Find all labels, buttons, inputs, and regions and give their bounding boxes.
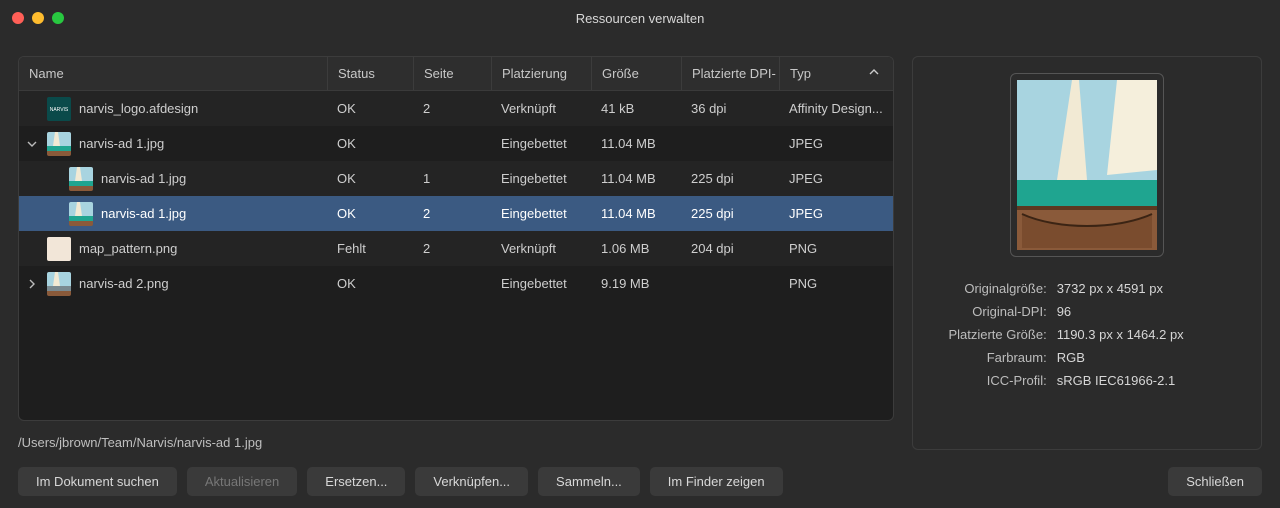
cell-dpi: 225 dpi: [681, 171, 779, 186]
cell-typ: JPEG: [779, 171, 893, 186]
file-path: /Users/jbrown/Team/Narvis/narvis-ad 1.jp…: [18, 435, 894, 450]
file-name: narvis-ad 1.jpg: [79, 136, 164, 151]
column-typ-label: Typ: [790, 66, 811, 81]
cell-groesse: 11.04 MB: [591, 206, 681, 221]
column-dpi[interactable]: Platzierte DPI-: [681, 57, 779, 90]
thumbnail-icon: [47, 272, 71, 296]
cell-status: OK: [327, 206, 413, 221]
close-window-icon[interactable]: [12, 12, 24, 24]
svg-text:NARVIS: NARVIS: [50, 107, 69, 113]
update-button[interactable]: Aktualisieren: [187, 467, 297, 496]
thumbnail-icon: [69, 202, 93, 226]
thumbnail-icon: [47, 237, 71, 261]
cell-status: OK: [327, 136, 413, 151]
cell-platzierung: Eingebettet: [491, 171, 591, 186]
table-row[interactable]: narvis-ad 2.png OK Eingebettet9.19 MB PNG: [19, 266, 893, 301]
cell-status: OK: [327, 276, 413, 291]
cell-seite: 1: [413, 171, 491, 186]
window-title: Ressourcen verwalten: [0, 11, 1280, 26]
disclosure-icon[interactable]: [25, 277, 39, 291]
table-row[interactable]: narvis-ad 1.jpg OK1Eingebettet11.04 MB225…: [19, 161, 893, 196]
cell-typ: JPEG: [779, 136, 893, 151]
cell-groesse: 1.06 MB: [591, 241, 681, 256]
cell-platzierung: Verknüpft: [491, 101, 591, 116]
resource-table: Name Status Seite Platzierung Größe Plat…: [18, 56, 894, 421]
file-name: narvis-ad 1.jpg: [101, 206, 186, 221]
zoom-window-icon[interactable]: [52, 12, 64, 24]
search-in-document-button[interactable]: Im Dokument suchen: [18, 467, 177, 496]
column-status[interactable]: Status: [327, 57, 413, 90]
cell-platzierung: Verknüpft: [491, 241, 591, 256]
column-seite[interactable]: Seite: [413, 57, 491, 90]
cell-status: OK: [327, 171, 413, 186]
table-body: NARVISnarvis_logo.afdesignOK2Verknüpft41…: [19, 91, 893, 420]
cell-dpi: 36 dpi: [681, 101, 779, 116]
cell-typ: PNG: [779, 241, 893, 256]
meta-label-original-size: Originalgröße:: [927, 281, 1057, 296]
cell-seite: 2: [413, 206, 491, 221]
meta-value-original-size: 3732 px x 4591 px: [1057, 281, 1163, 296]
show-in-finder-button[interactable]: Im Finder zeigen: [650, 467, 783, 496]
sort-caret-icon: [869, 66, 879, 81]
cell-groesse: 9.19 MB: [591, 276, 681, 291]
disclosure-icon: [25, 102, 39, 116]
detail-panel: Originalgröße: 3732 px x 4591 px Origina…: [912, 56, 1262, 450]
cell-dpi: 225 dpi: [681, 206, 779, 221]
file-name: map_pattern.png: [79, 241, 177, 256]
meta-value-colorspace: RGB: [1057, 350, 1085, 365]
table-row[interactable]: narvis-ad 1.jpg OK2Eingebettet11.04 MB225…: [19, 196, 893, 231]
cell-status: OK: [327, 101, 413, 116]
column-name[interactable]: Name: [19, 57, 327, 90]
cell-platzierung: Eingebettet: [491, 206, 591, 221]
meta-label-colorspace: Farbraum:: [927, 350, 1057, 365]
column-groesse[interactable]: Größe: [591, 57, 681, 90]
cell-typ: JPEG: [779, 206, 893, 221]
link-button[interactable]: Verknüpfen...: [415, 467, 528, 496]
file-name: narvis_logo.afdesign: [79, 101, 198, 116]
table-row[interactable]: narvis-ad 1.jpg OK Eingebettet11.04 MB JPEG: [19, 126, 893, 161]
cell-dpi: 204 dpi: [681, 241, 779, 256]
disclosure-icon: [25, 242, 39, 256]
meta-label-placed-size: Platzierte Größe:: [927, 327, 1057, 342]
file-name: narvis-ad 1.jpg: [101, 171, 186, 186]
disclosure-icon: [47, 172, 61, 186]
table-row[interactable]: NARVIS narvis_logo.afdesign OK2Verknüpft41…: [19, 91, 893, 126]
cell-typ: Affinity Design...: [779, 101, 893, 116]
meta-value-icc: sRGB IEC61966-2.1: [1057, 373, 1176, 388]
minimize-window-icon[interactable]: [32, 12, 44, 24]
collect-button[interactable]: Sammeln...: [538, 467, 640, 496]
disclosure-icon[interactable]: [25, 137, 39, 151]
thumbnail-icon: [69, 167, 93, 191]
disclosure-icon: [47, 207, 61, 221]
meta-value-placed-size: 1190.3 px x 1464.2 px: [1057, 327, 1184, 342]
preview-image-icon: [1017, 80, 1157, 250]
cell-platzierung: Eingebettet: [491, 276, 591, 291]
cell-platzierung: Eingebettet: [491, 136, 591, 151]
cell-status: Fehlt: [327, 241, 413, 256]
meta-label-original-dpi: Original-DPI:: [927, 304, 1057, 319]
thumbnail-icon: [47, 132, 71, 156]
traffic-lights[interactable]: [12, 12, 64, 24]
cell-groesse: 11.04 MB: [591, 171, 681, 186]
cell-groesse: 11.04 MB: [591, 136, 681, 151]
preview-thumbnail: [1010, 73, 1164, 257]
meta-value-original-dpi: 96: [1057, 304, 1071, 319]
cell-typ: PNG: [779, 276, 893, 291]
table-row[interactable]: map_pattern.png Fehlt2Verknüpft1.06 MB204…: [19, 231, 893, 266]
cell-seite: 2: [413, 101, 491, 116]
column-typ[interactable]: Typ: [779, 57, 893, 90]
column-platzierung[interactable]: Platzierung: [491, 57, 591, 90]
replace-button[interactable]: Ersetzen...: [307, 467, 405, 496]
close-button[interactable]: Schließen: [1168, 467, 1262, 496]
meta-label-icc: ICC-Profil:: [927, 373, 1057, 388]
cell-groesse: 41 kB: [591, 101, 681, 116]
table-header: Name Status Seite Platzierung Größe Plat…: [19, 57, 893, 91]
thumbnail-icon: NARVIS: [47, 97, 71, 121]
cell-seite: 2: [413, 241, 491, 256]
file-name: narvis-ad 2.png: [79, 276, 169, 291]
